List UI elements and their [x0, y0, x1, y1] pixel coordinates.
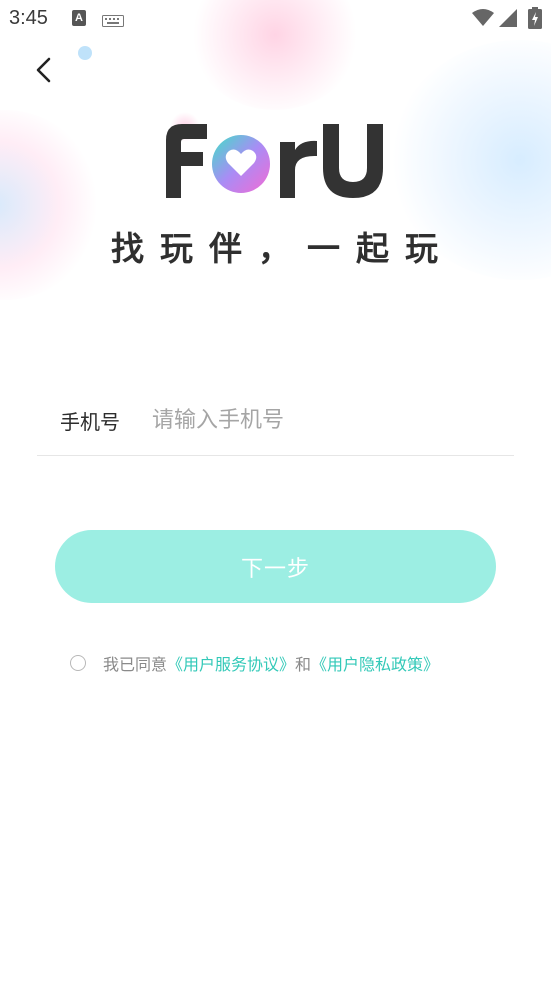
a-notification-icon: A	[72, 10, 86, 26]
phone-input[interactable]	[152, 398, 502, 442]
terms-link[interactable]: 《用户服务协议》	[167, 651, 295, 675]
phone-label: 手机号	[60, 410, 120, 434]
background-blob-left	[0, 110, 100, 300]
chevron-left-icon	[36, 57, 51, 83]
wifi-icon	[472, 9, 494, 31]
agreement-row: 我已同意 《用户服务协议》 和 《用户隐私政策》	[70, 650, 439, 676]
agreement-prefix: 我已同意	[103, 655, 168, 674]
agree-checkbox[interactable]	[70, 655, 86, 671]
battery-icon	[528, 7, 542, 33]
background-dot-blue	[78, 46, 92, 60]
status-bar: 3:45 A	[0, 0, 551, 38]
login-screen: 3:45 A 找玩伴，一起玩 手机号 请输入手机号 下一步 我已同意 《用户服务…	[0, 0, 551, 981]
back-button[interactable]	[26, 52, 62, 88]
privacy-link[interactable]: 《用户隐私政策》	[311, 651, 439, 675]
slogan: 找玩伴，一起玩	[111, 229, 454, 268]
phone-field-row: 手机号	[37, 392, 514, 456]
brand-logo	[163, 118, 393, 200]
signal-icon	[499, 9, 517, 31]
keyboard-icon	[102, 12, 124, 31]
agreement-conjunction: 和	[295, 655, 312, 674]
next-step-button[interactable]: 下一步	[55, 530, 496, 603]
status-time: 3:45	[9, 7, 48, 29]
